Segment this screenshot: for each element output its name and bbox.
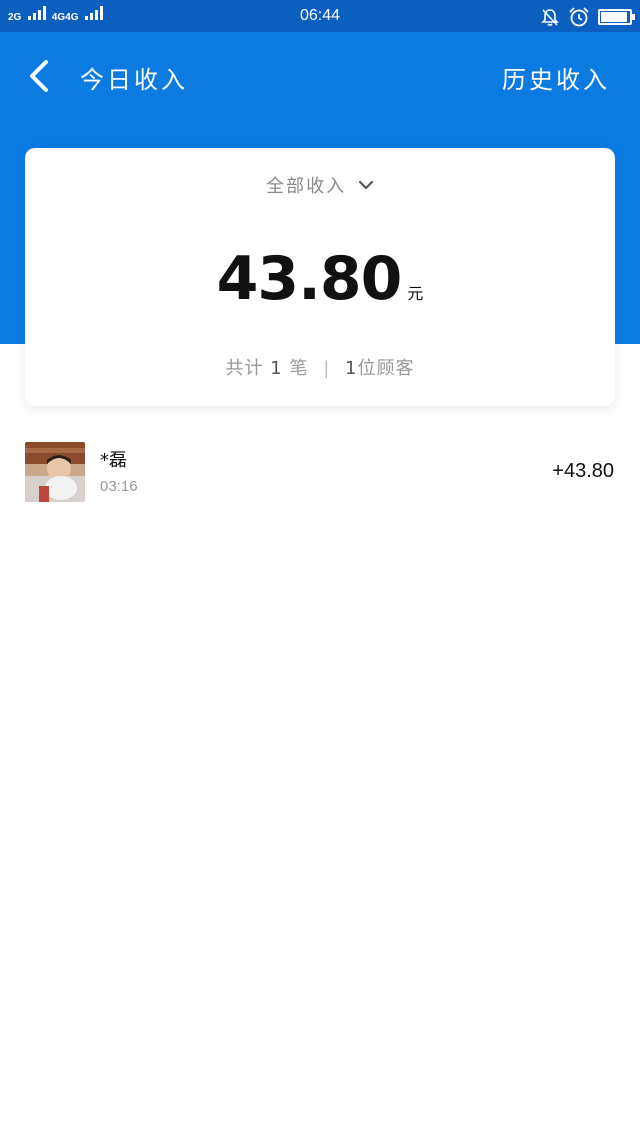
history-income-button[interactable]: 历史收入: [502, 60, 610, 95]
count-unit: 笔: [289, 358, 309, 379]
divider: |: [323, 358, 331, 379]
battery-icon: [598, 9, 635, 25]
transaction-list: *磊 03:16 +43.80: [0, 430, 640, 520]
transaction-amount: +43.80: [552, 460, 614, 482]
status-bar: 2G 4G4G 06:44: [0, 0, 640, 32]
chevron-down-icon: [358, 180, 373, 190]
list-item[interactable]: *磊 03:16 +43.80: [0, 430, 640, 520]
count-prefix: 共计: [225, 358, 264, 379]
transaction-count: 1: [270, 358, 283, 379]
back-button[interactable]: [22, 56, 58, 96]
customer-name: *磊: [100, 450, 127, 471]
avatar: [25, 442, 85, 502]
total-amount-row: 43.80 元: [25, 244, 615, 314]
transaction-time: 03:16: [100, 478, 138, 495]
total-amount: 43.80: [216, 244, 403, 314]
page-title: 今日收入: [80, 66, 188, 94]
income-filter-dropdown[interactable]: 全部收入: [25, 172, 615, 198]
filter-label: 全部收入: [266, 176, 347, 197]
chevron-left-icon: [30, 60, 48, 92]
currency-unit: 元: [407, 284, 424, 303]
status-icons: [540, 6, 635, 28]
income-summary-card: 全部收入 43.80 元 共计 1 笔 | 1位顾客: [25, 148, 615, 406]
transaction-summary: 共计 1 笔 | 1位顾客: [25, 354, 615, 380]
alarm-icon: [569, 7, 589, 27]
customer-unit: 位顾客: [357, 358, 415, 379]
customer-count: 1: [345, 358, 358, 379]
bell-muted-icon: [541, 9, 559, 26]
